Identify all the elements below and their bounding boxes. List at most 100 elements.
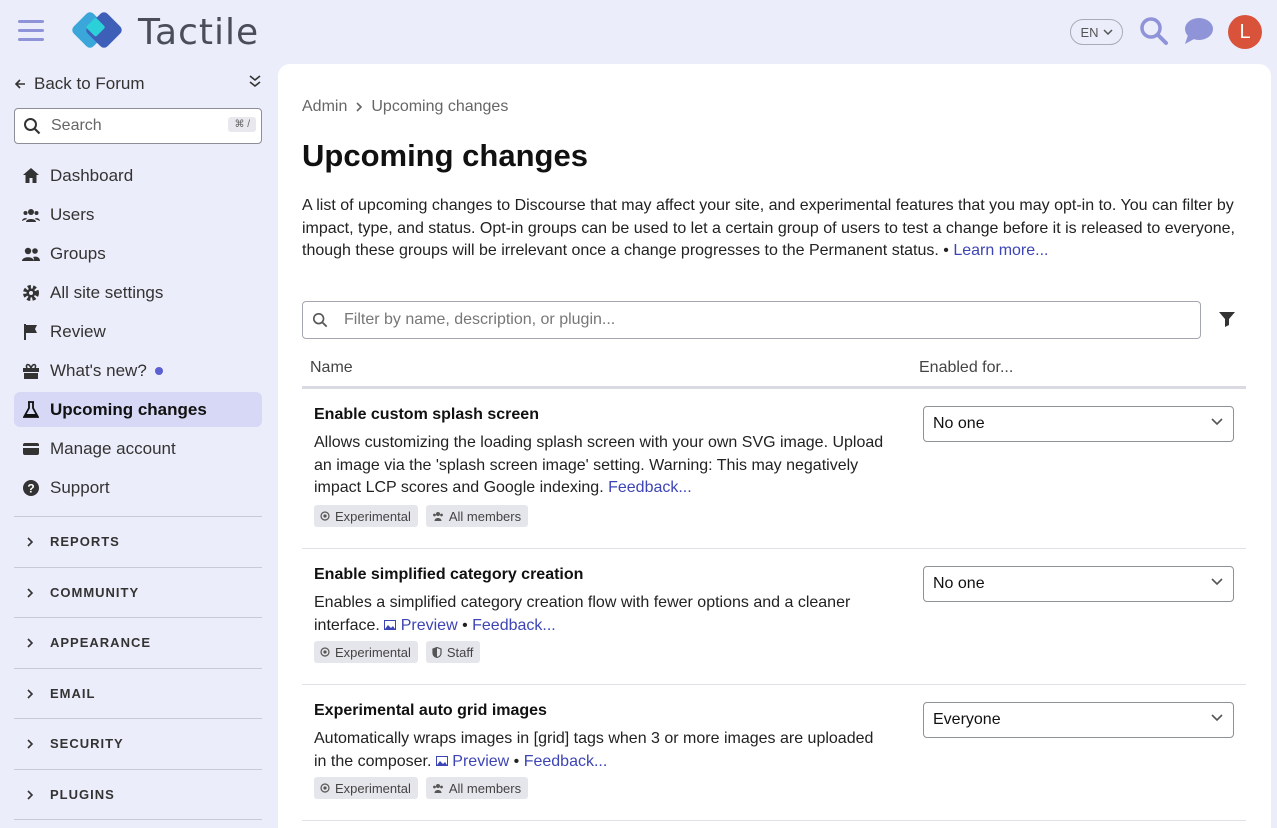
sidebar-item-groups[interactable]: Groups <box>14 236 262 271</box>
feedback-link[interactable]: Feedback... <box>472 617 556 634</box>
tag-list: Experimental All members <box>314 505 529 527</box>
language-label: EN <box>1080 24 1099 40</box>
sidebar-item-label: Support <box>50 477 110 497</box>
enabled-for-value: No one <box>933 415 985 432</box>
language-switcher[interactable]: EN <box>1070 19 1123 45</box>
section-plugins[interactable]: PLUGINS <box>14 769 262 819</box>
chat-icon[interactable] <box>1184 17 1214 45</box>
section-appearance[interactable]: APPEARANCE <box>14 617 262 667</box>
change-title: Enable custom splash screen <box>314 406 539 423</box>
sidebar-item-users[interactable]: Users <box>14 197 262 232</box>
change-desc-text: Allows customizing the loading splash sc… <box>314 434 884 496</box>
section-email[interactable]: EMAIL <box>14 668 262 718</box>
sidebar-item-dashboard[interactable]: Dashboard <box>14 158 262 193</box>
sidebar-item-all-site-settings[interactable]: All site settings <box>14 275 262 310</box>
breadcrumb-current: Upcoming changes <box>371 98 509 115</box>
column-header-enabled-for: Enabled for... <box>919 359 1014 376</box>
logo-text: Tactile <box>138 11 260 53</box>
groups-icon <box>22 245 40 263</box>
users-icon <box>432 784 443 793</box>
filter-funnel-icon[interactable] <box>1218 311 1236 327</box>
gear-icon <box>22 284 40 302</box>
keyboard-shortcut-badge: ⌘ / <box>228 117 256 132</box>
gift-icon <box>22 362 40 380</box>
change-title: Enable simplified category creation <box>314 566 584 583</box>
tag-label: All members <box>448 780 522 796</box>
experimental-icon <box>320 647 330 657</box>
section-security[interactable]: SECURITY <box>14 718 262 768</box>
chevron-right-icon <box>27 688 34 699</box>
breadcrumb-admin-link[interactable]: Admin <box>302 98 347 116</box>
section-community[interactable]: COMMUNITY <box>14 567 262 617</box>
sidebar-search-input[interactable]: Search ⌘ / <box>14 108 262 144</box>
user-avatar[interactable]: L <box>1228 15 1262 49</box>
sidebar-item-label: Users <box>50 204 95 224</box>
page-title: Upcoming changes <box>302 138 588 173</box>
feedback-link[interactable]: Feedback... <box>524 753 608 770</box>
shield-icon <box>432 646 442 658</box>
change-title: Experimental auto grid images <box>314 702 547 719</box>
sidebar-search-placeholder: Search <box>51 117 102 134</box>
users-icon <box>432 512 443 521</box>
sidebar-item-review[interactable]: Review <box>14 314 262 349</box>
tag-list: Experimental All members <box>314 777 529 799</box>
learn-more-link[interactable]: Learn more... <box>953 242 1048 259</box>
enabled-for-select[interactable]: No one <box>923 406 1234 442</box>
preview-link[interactable]: Preview <box>384 616 458 634</box>
preview-label: Preview <box>400 616 458 634</box>
sidebar-divider <box>14 819 262 828</box>
section-label: APPEARANCE <box>50 635 152 650</box>
tactile-logo-icon <box>72 12 122 48</box>
preview-link[interactable]: Preview <box>435 753 509 770</box>
site-header: Tactile EN L <box>0 0 1277 64</box>
chevron-right-icon <box>356 102 363 112</box>
section-label: COMMUNITY <box>50 585 140 600</box>
flag-icon <box>22 323 40 341</box>
search-icon[interactable] <box>1139 16 1169 46</box>
sidebar-nav: Dashboard Users Groups All site settings… <box>14 158 262 509</box>
change-description: Allows customizing the loading splash sc… <box>314 432 884 500</box>
sidebar-item-label: All site settings <box>50 282 164 302</box>
tag-label: Staff <box>446 644 474 660</box>
table-row: Enable simplified category creation Enab… <box>302 549 1246 685</box>
section-label: EMAIL <box>50 686 96 701</box>
table-header: Name Enabled for... <box>302 349 1246 389</box>
chevron-right-icon <box>27 637 34 648</box>
question-icon: ? <box>22 479 40 497</box>
unread-dot <box>154 366 163 375</box>
enabled-for-select[interactable]: No one <box>923 566 1234 602</box>
filter-placeholder: Filter by name, description, or plugin..… <box>344 311 616 328</box>
chevron-right-icon <box>27 738 34 749</box>
site-logo[interactable]: Tactile <box>66 8 259 56</box>
feedback-link[interactable]: Feedback... <box>608 479 692 496</box>
svg-text:?: ? <box>27 481 34 495</box>
chevron-right-icon <box>27 789 34 800</box>
search-icon <box>24 118 41 135</box>
sidebar-item-upcoming-changes[interactable]: Upcoming changes <box>14 392 262 427</box>
filter-input[interactable]: Filter by name, description, or plugin..… <box>302 301 1201 339</box>
sidebar-item-support[interactable]: ? Support <box>14 470 262 505</box>
experimental-icon <box>320 783 330 793</box>
arrow-left-icon <box>14 79 25 89</box>
tag-label: Experimental <box>335 644 411 660</box>
sidebar-item-label: Upcoming changes <box>50 399 207 419</box>
sidebar-item-manage-account[interactable]: Manage account <box>14 431 262 466</box>
table-row: Experimental auto grid images Automatica… <box>302 685 1246 821</box>
tag-audience: All members <box>425 505 529 527</box>
sidebar-item-label: Dashboard <box>50 165 134 185</box>
back-to-forum-link[interactable]: Back to Forum <box>14 74 145 94</box>
enabled-for-select[interactable]: Everyone <box>923 702 1234 738</box>
enabled-for-value: No one <box>933 575 985 592</box>
collapse-all-icon[interactable] <box>248 74 262 88</box>
home-icon <box>22 167 40 185</box>
chevron-down-icon <box>1211 418 1223 426</box>
chevron-down-icon <box>1211 714 1223 722</box>
admin-sidebar: Back to Forum Search ⌘ / Dashboard Users… <box>0 64 278 828</box>
hamburger-menu-icon[interactable] <box>18 20 44 44</box>
sidebar-item-whats-new[interactable]: What's new? <box>14 353 262 388</box>
tag-experimental: Experimental <box>314 777 418 799</box>
section-reports[interactable]: REPORTS <box>14 516 262 566</box>
table-row: Enable custom splash screen Allows custo… <box>302 389 1246 549</box>
page-description: A list of upcoming changes to Discourse … <box>302 195 1246 263</box>
chevron-right-icon <box>27 587 34 598</box>
